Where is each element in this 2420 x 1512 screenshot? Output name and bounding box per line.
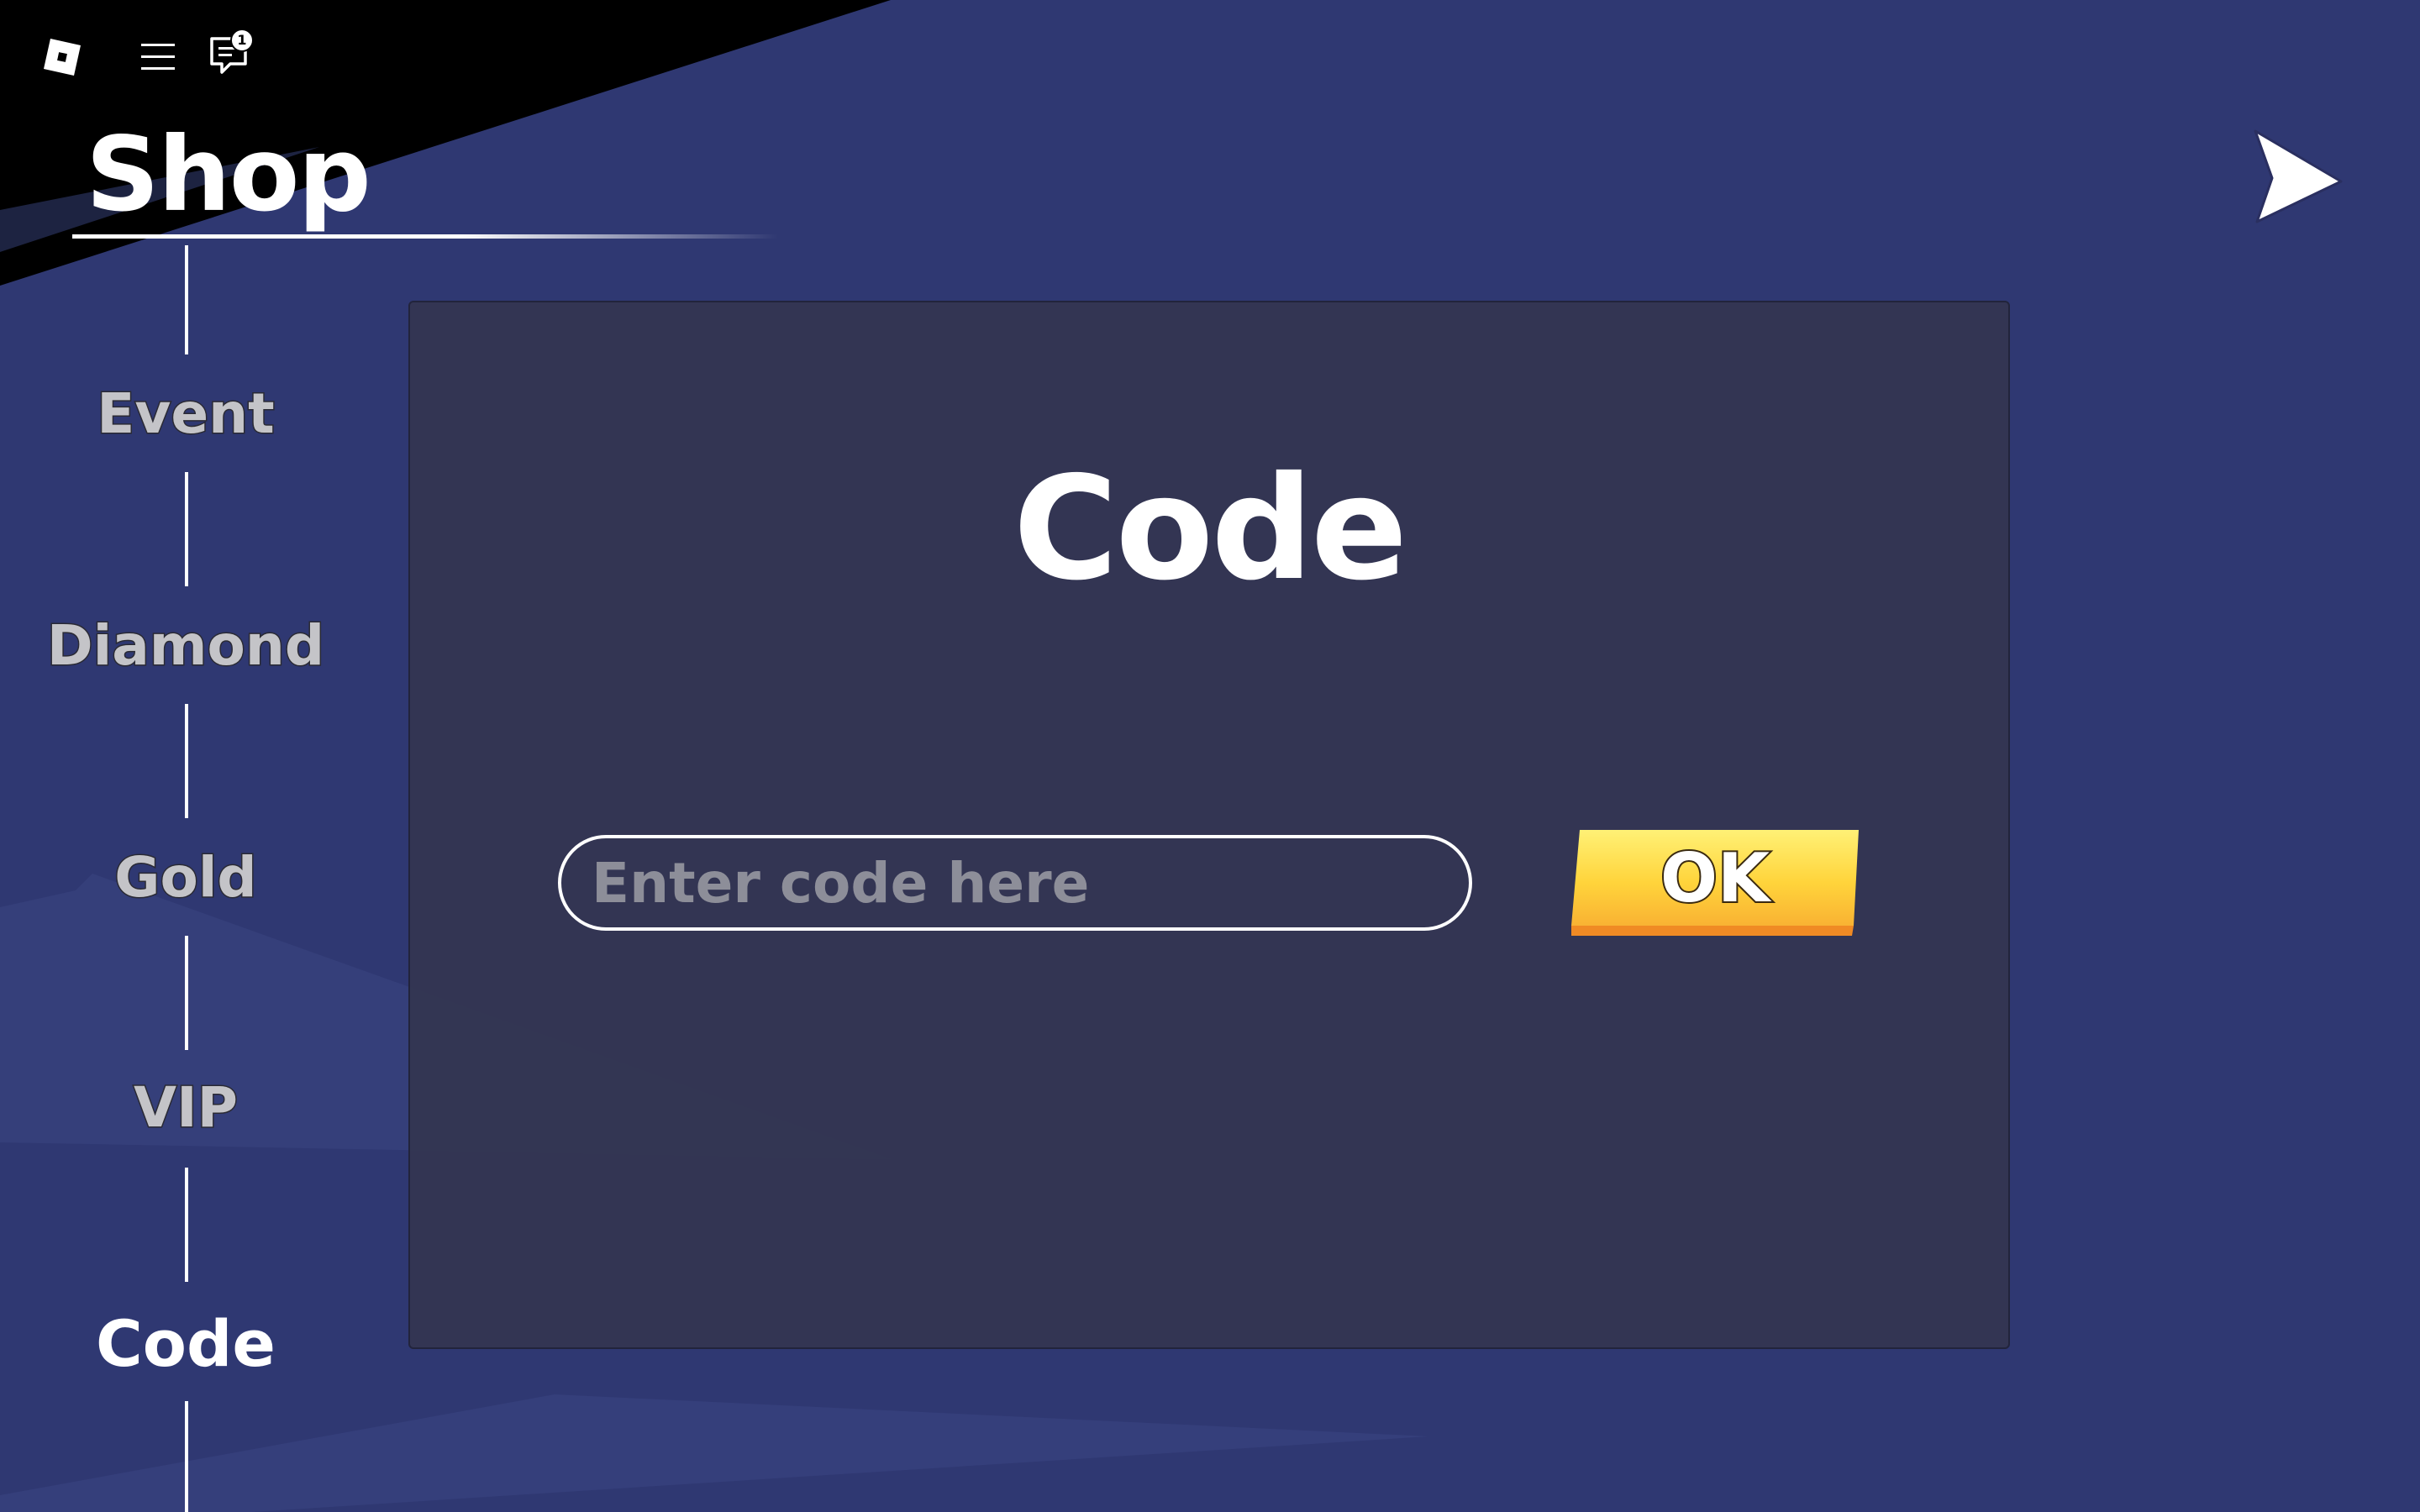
roblox-logo-icon[interactable] (42, 37, 82, 77)
code-input[interactable] (558, 835, 1472, 931)
arrow-right-icon[interactable] (2244, 124, 2348, 227)
code-panel: Code OK (408, 301, 2010, 1349)
nav-connector-line (185, 936, 188, 1050)
nav-item-gold[interactable]: Gold (0, 840, 371, 916)
nav-connector-line (185, 1401, 188, 1512)
hamburger-menu-icon[interactable] (139, 40, 176, 74)
nav-connector-line (185, 704, 188, 818)
nav-item-event[interactable]: Event (0, 376, 371, 452)
nav-connector-line (185, 1168, 188, 1282)
nav-item-code[interactable]: Code (0, 1302, 371, 1386)
chat-notification-badge: 1 (230, 29, 254, 52)
title-underline (72, 234, 778, 239)
nav-item-diamond[interactable]: Diamond (0, 608, 371, 684)
ok-button[interactable]: OK (1571, 828, 1859, 936)
panel-title: Code (1013, 446, 1408, 612)
page-title: Shop (86, 115, 371, 234)
nav-connector-line (185, 245, 188, 354)
nav-item-vip[interactable]: VIP (0, 1070, 371, 1146)
ok-button-label: OK (1659, 837, 1771, 919)
nav-connector-line (185, 472, 188, 586)
